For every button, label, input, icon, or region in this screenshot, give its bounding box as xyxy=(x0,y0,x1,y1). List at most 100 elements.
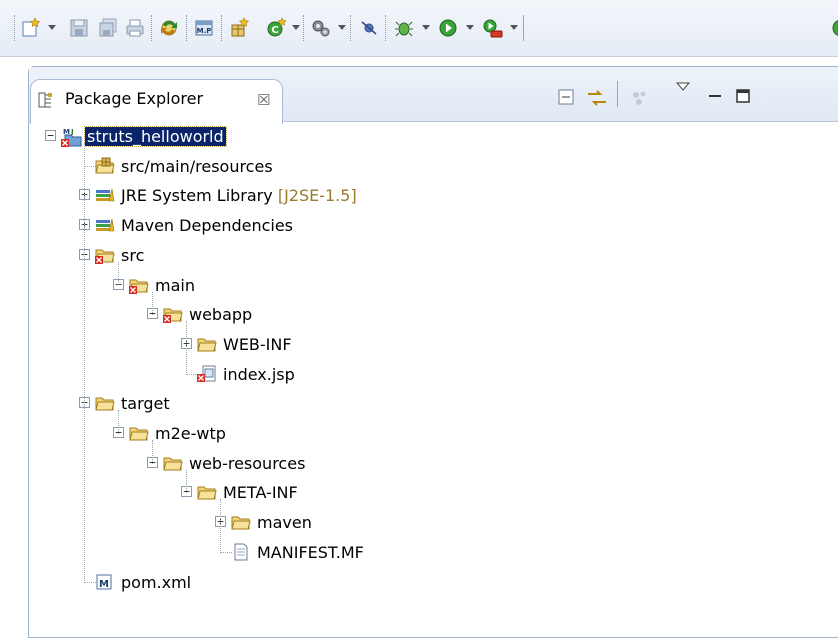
save-icon[interactable] xyxy=(68,17,90,39)
collapse-toggle[interactable]: − xyxy=(45,130,56,141)
tab-package-explorer[interactable]: Package Explorer ☒ xyxy=(30,79,283,124)
run-icon[interactable] xyxy=(437,17,459,39)
tree-item[interactable]: − src xyxy=(29,244,819,268)
run-server-dropdown[interactable] xyxy=(510,25,518,30)
tree-item-label: WEB-INF xyxy=(223,334,292,354)
run-server-icon[interactable] xyxy=(482,17,504,39)
toolbar-separator xyxy=(303,15,305,41)
external-tools-dropdown[interactable] xyxy=(338,25,346,30)
maven-project-icon: MJ xyxy=(61,127,82,147)
tree-item[interactable]: − main xyxy=(29,274,819,298)
svg-text:M.P: M.P xyxy=(197,27,212,35)
new-java-package-icon[interactable] xyxy=(228,17,250,39)
close-tab-icon[interactable]: ☒ xyxy=(257,91,270,109)
tree-item-decoration: [J2SE-1.5] xyxy=(272,186,357,206)
toolbar-separator xyxy=(385,15,387,41)
tree-item-label: web-resources xyxy=(189,453,306,473)
main-toolbar: M.P C xyxy=(0,0,838,57)
view-header-separator xyxy=(617,81,619,107)
tree-guide-line xyxy=(118,261,119,286)
tree-item[interactable]: MANIFEST.MF xyxy=(29,541,819,565)
tab-label: Package Explorer xyxy=(65,89,204,108)
print-icon[interactable] xyxy=(124,17,146,39)
run-dropdown[interactable] xyxy=(466,25,474,30)
tree-guide-line xyxy=(186,321,187,375)
tree-item[interactable]: index.jsp xyxy=(29,363,819,387)
maximize-icon[interactable] xyxy=(734,87,752,105)
tree-item[interactable]: − web-resources xyxy=(29,452,819,476)
tree-item[interactable]: − m2e-wtp xyxy=(29,422,819,446)
svg-text:C: C xyxy=(271,25,278,36)
tree-item-label: m2e-wtp xyxy=(155,424,226,443)
debug-dropdown[interactable] xyxy=(422,25,430,30)
tree-guide-line xyxy=(152,291,153,316)
tree-item[interactable]: − target xyxy=(29,392,819,416)
package-explorer-icon xyxy=(37,91,55,109)
view-menu-icon[interactable] xyxy=(674,81,692,93)
folder-icon xyxy=(197,335,217,353)
tree-guide-line xyxy=(84,143,85,583)
tree-item[interactable]: Mpom.xml xyxy=(29,571,819,595)
package-explorer-view: Package Explorer ☒ − M Jstruts_helloworld s… xyxy=(28,66,838,638)
tree-item-label: struts_helloworld xyxy=(84,126,227,147)
overflow-icon[interactable] xyxy=(830,17,838,39)
library-icon xyxy=(95,216,115,234)
tree-item-label: src/main/resources xyxy=(121,156,273,176)
new-java-class-dropdown[interactable] xyxy=(292,25,300,30)
focus-icon[interactable] xyxy=(629,87,651,109)
tree-guide-line xyxy=(152,440,153,464)
folder-error-icon xyxy=(129,276,149,294)
tree-item[interactable]: src/main/resources xyxy=(29,155,819,179)
tree-item[interactable]: + Maven Dependencies xyxy=(29,214,819,238)
minimize-icon[interactable] xyxy=(706,87,724,105)
library-icon xyxy=(95,186,115,204)
tree-item-label: JRE System Library [J2SE-1.5] xyxy=(121,186,357,206)
new-wizard-dropdown[interactable] xyxy=(48,25,56,30)
tree-item[interactable]: + JRE System Library [J2SE-1.5] xyxy=(29,184,819,208)
tree-item[interactable]: − webapp xyxy=(29,303,819,327)
tree-item-label: maven xyxy=(257,513,312,533)
toolbar-separator xyxy=(221,15,223,41)
tree-item[interactable]: − META-INF xyxy=(29,481,819,505)
source-folder-icon xyxy=(95,157,115,175)
skip-breakpoints-icon[interactable] xyxy=(358,17,380,39)
debug-icon[interactable] xyxy=(393,17,415,39)
new-java-class-icon[interactable]: C xyxy=(265,17,287,39)
folder-icon xyxy=(95,394,115,412)
toolbar-separator xyxy=(523,15,525,41)
tree-item-label: index.jsp xyxy=(223,364,295,384)
toolbar-separator xyxy=(151,15,153,41)
maven-pom-icon: M xyxy=(95,573,115,591)
new-wizard-icon[interactable] xyxy=(20,17,42,39)
svg-text:M: M xyxy=(99,579,109,590)
toolbar-separator xyxy=(350,15,352,41)
collapse-all-icon[interactable] xyxy=(556,87,576,107)
tree-guide-line xyxy=(220,499,221,553)
maven-icon[interactable]: M.P xyxy=(193,17,215,39)
folder-error-icon xyxy=(163,305,183,324)
folder-icon xyxy=(163,454,183,472)
tree-guide-line xyxy=(118,410,119,434)
external-tools-icon[interactable] xyxy=(310,17,332,39)
project-tree: − M Jstruts_helloworld src/main/resources + J… xyxy=(29,121,838,641)
tree-item[interactable]: + maven xyxy=(29,511,819,535)
tree-item-label: Maven Dependencies xyxy=(121,216,294,236)
sync-icon[interactable] xyxy=(158,17,180,39)
view-header: Package Explorer ☒ xyxy=(29,67,838,124)
folder-icon xyxy=(231,513,251,531)
tree-item[interactable]: + WEB-INF xyxy=(29,333,819,357)
tree-item-label: main xyxy=(155,275,195,295)
toolbar-separator xyxy=(186,15,188,41)
save-all-icon[interactable] xyxy=(97,17,119,39)
tree-item-label: src xyxy=(121,245,145,265)
folder-error-icon xyxy=(95,246,115,264)
tree-item-label: pom.xml xyxy=(121,572,192,592)
link-with-editor-icon[interactable] xyxy=(586,87,608,109)
tree-item-label: target xyxy=(121,394,170,414)
tree-guide-line xyxy=(186,469,187,494)
toolbar-separator xyxy=(14,15,16,41)
tree-item[interactable]: − M Jstruts_helloworld xyxy=(29,125,819,149)
tree-item-label: webapp xyxy=(189,305,253,325)
folder-icon xyxy=(129,424,149,442)
text-file-icon xyxy=(231,543,251,561)
